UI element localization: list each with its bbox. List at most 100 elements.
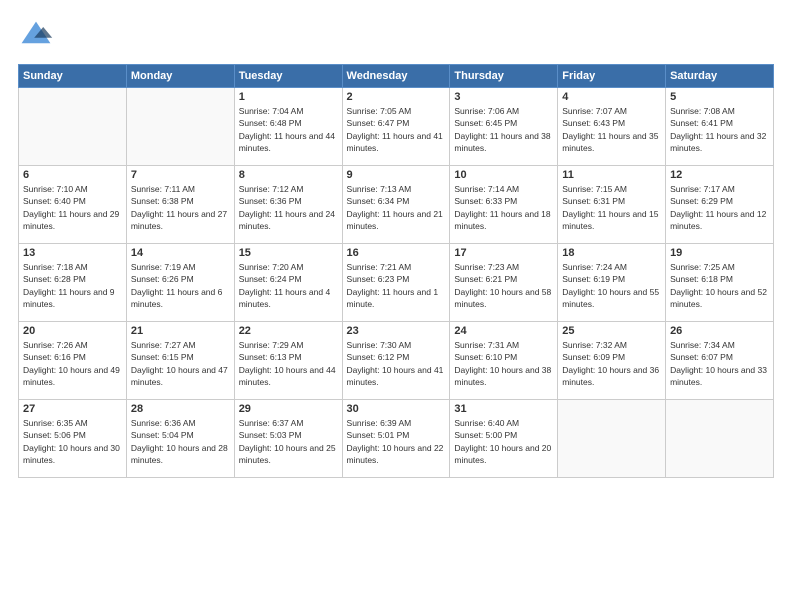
- calendar-cell: 3 Sunrise: 7:06 AM Sunset: 6:45 PM Daylig…: [450, 88, 558, 166]
- day-number: 20: [23, 325, 122, 337]
- day-info: Sunrise: 7:32 AM Sunset: 6:09 PM Dayligh…: [562, 339, 661, 388]
- calendar-cell: [126, 88, 234, 166]
- day-info: Sunrise: 7:18 AM Sunset: 6:28 PM Dayligh…: [23, 261, 122, 310]
- calendar-cell: 10 Sunrise: 7:14 AM Sunset: 6:33 PM Dayli…: [450, 166, 558, 244]
- day-number: 4: [562, 91, 661, 103]
- day-number: 19: [670, 247, 769, 259]
- weekday-header-monday: Monday: [126, 65, 234, 88]
- calendar-cell: 15 Sunrise: 7:20 AM Sunset: 6:24 PM Dayli…: [234, 244, 342, 322]
- day-number: 1: [239, 91, 338, 103]
- day-info: Sunrise: 7:06 AM Sunset: 6:45 PM Dayligh…: [454, 105, 553, 154]
- day-info: Sunrise: 7:27 AM Sunset: 6:15 PM Dayligh…: [131, 339, 230, 388]
- calendar-cell: 11 Sunrise: 7:15 AM Sunset: 6:31 PM Dayli…: [558, 166, 666, 244]
- day-number: 6: [23, 169, 122, 181]
- calendar-cell: 14Sunrise: 7:19 AM Sunset: 6:26 PM Dayli…: [126, 244, 234, 322]
- weekday-header-thursday: Thursday: [450, 65, 558, 88]
- day-info: Sunrise: 7:24 AM Sunset: 6:19 PM Dayligh…: [562, 261, 661, 310]
- day-info: Sunrise: 7:23 AM Sunset: 6:21 PM Dayligh…: [454, 261, 553, 310]
- calendar-cell: 18 Sunrise: 7:24 AM Sunset: 6:19 PM Dayli…: [558, 244, 666, 322]
- calendar-cell: 31 Sunrise: 6:40 AM Sunset: 5:00 PM Dayli…: [450, 400, 558, 478]
- day-number: 30: [347, 403, 446, 415]
- weekday-header-row: SundayMondayTuesdayWednesdayThursdayFrid…: [19, 65, 774, 88]
- day-number: 9: [347, 169, 446, 181]
- day-info: Sunrise: 7:13 AM Sunset: 6:34 PM Dayligh…: [347, 183, 446, 232]
- calendar-cell: 19 Sunrise: 7:25 AM Sunset: 6:18 PM Dayli…: [666, 244, 774, 322]
- day-info: Sunrise: 7:15 AM Sunset: 6:31 PM Dayligh…: [562, 183, 661, 232]
- calendar-cell: 24 Sunrise: 7:31 AM Sunset: 6:10 PM Dayli…: [450, 322, 558, 400]
- day-info: Sunrise: 6:39 AM Sunset: 5:01 PM Dayligh…: [347, 417, 446, 466]
- week-row-4: 20 Sunrise: 7:26 AM Sunset: 6:16 PM Dayli…: [19, 322, 774, 400]
- calendar-cell: 23Sunrise: 7:30 AM Sunset: 6:12 PM Dayli…: [342, 322, 450, 400]
- day-number: 26: [670, 325, 769, 337]
- weekday-header-wednesday: Wednesday: [342, 65, 450, 88]
- calendar-cell: 21 Sunrise: 7:27 AM Sunset: 6:15 PM Dayli…: [126, 322, 234, 400]
- day-number: 25: [562, 325, 661, 337]
- day-number: 31: [454, 403, 553, 415]
- day-info: Sunrise: 7:25 AM Sunset: 6:18 PM Dayligh…: [670, 261, 769, 310]
- weekday-header-sunday: Sunday: [19, 65, 127, 88]
- day-number: 12: [670, 169, 769, 181]
- calendar-cell: 28 Sunrise: 6:36 AM Sunset: 5:04 PM Dayli…: [126, 400, 234, 478]
- calendar-cell: 1 Sunrise: 7:04 AM Sunset: 6:48 PM Daylig…: [234, 88, 342, 166]
- day-info: Sunrise: 7:31 AM Sunset: 6:10 PM Dayligh…: [454, 339, 553, 388]
- day-number: 22: [239, 325, 338, 337]
- day-number: 8: [239, 169, 338, 181]
- day-info: Sunrise: 7:26 AM Sunset: 6:16 PM Dayligh…: [23, 339, 122, 388]
- day-number: 3: [454, 91, 553, 103]
- calendar-cell: 7 Sunrise: 7:11 AM Sunset: 6:38 PM Daylig…: [126, 166, 234, 244]
- calendar-cell: [19, 88, 127, 166]
- day-info: Sunrise: 7:29 AM Sunset: 6:13 PM Dayligh…: [239, 339, 338, 388]
- day-info: Sunrise: 7:17 AM Sunset: 6:29 PM Dayligh…: [670, 183, 769, 232]
- day-number: 5: [670, 91, 769, 103]
- weekday-header-saturday: Saturday: [666, 65, 774, 88]
- day-number: 13: [23, 247, 122, 259]
- day-number: 17: [454, 247, 553, 259]
- day-info: Sunrise: 7:14 AM Sunset: 6:33 PM Dayligh…: [454, 183, 553, 232]
- calendar-cell: 30 Sunrise: 6:39 AM Sunset: 5:01 PM Dayli…: [342, 400, 450, 478]
- day-info: Sunrise: 7:21 AM Sunset: 6:23 PM Dayligh…: [347, 261, 446, 310]
- day-info: Sunrise: 6:36 AM Sunset: 5:04 PM Dayligh…: [131, 417, 230, 466]
- calendar-cell: 17 Sunrise: 7:23 AM Sunset: 6:21 PM Dayli…: [450, 244, 558, 322]
- day-info: Sunrise: 7:08 AM Sunset: 6:41 PM Dayligh…: [670, 105, 769, 154]
- day-info: Sunrise: 7:12 AM Sunset: 6:36 PM Dayligh…: [239, 183, 338, 232]
- day-number: 18: [562, 247, 661, 259]
- calendar-cell: 4 Sunrise: 7:07 AM Sunset: 6:43 PM Daylig…: [558, 88, 666, 166]
- day-number: 11: [562, 169, 661, 181]
- calendar-cell: 8 Sunrise: 7:12 AM Sunset: 6:36 PM Daylig…: [234, 166, 342, 244]
- week-row-1: 1 Sunrise: 7:04 AM Sunset: 6:48 PM Daylig…: [19, 88, 774, 166]
- calendar-cell: [666, 400, 774, 478]
- day-info: Sunrise: 7:05 AM Sunset: 6:47 PM Dayligh…: [347, 105, 446, 154]
- weekday-header-friday: Friday: [558, 65, 666, 88]
- day-info: Sunrise: 7:10 AM Sunset: 6:40 PM Dayligh…: [23, 183, 122, 232]
- calendar-cell: 25 Sunrise: 7:32 AM Sunset: 6:09 PM Dayli…: [558, 322, 666, 400]
- day-info: Sunrise: 6:35 AM Sunset: 5:06 PM Dayligh…: [23, 417, 122, 466]
- day-info: Sunrise: 6:40 AM Sunset: 5:00 PM Dayligh…: [454, 417, 553, 466]
- day-number: 7: [131, 169, 230, 181]
- calendar-cell: 20 Sunrise: 7:26 AM Sunset: 6:16 PM Dayli…: [19, 322, 127, 400]
- day-number: 24: [454, 325, 553, 337]
- day-info: Sunrise: 7:07 AM Sunset: 6:43 PM Dayligh…: [562, 105, 661, 154]
- day-number: 16: [347, 247, 446, 259]
- header: [18, 18, 774, 54]
- day-number: 10: [454, 169, 553, 181]
- day-number: 23: [347, 325, 446, 337]
- calendar-cell: 5 Sunrise: 7:08 AM Sunset: 6:41 PM Daylig…: [666, 88, 774, 166]
- day-number: 21: [131, 325, 230, 337]
- day-number: 29: [239, 403, 338, 415]
- day-info: Sunrise: 7:04 AM Sunset: 6:48 PM Dayligh…: [239, 105, 338, 154]
- week-row-5: 27 Sunrise: 6:35 AM Sunset: 5:06 PM Dayli…: [19, 400, 774, 478]
- calendar-cell: 27 Sunrise: 6:35 AM Sunset: 5:06 PM Dayli…: [19, 400, 127, 478]
- calendar-cell: 22 Sunrise: 7:29 AM Sunset: 6:13 PM Dayli…: [234, 322, 342, 400]
- calendar-cell: 12 Sunrise: 7:17 AM Sunset: 6:29 PM Dayli…: [666, 166, 774, 244]
- day-number: 27: [23, 403, 122, 415]
- day-number: 28: [131, 403, 230, 415]
- day-info: Sunrise: 7:11 AM Sunset: 6:38 PM Dayligh…: [131, 183, 230, 232]
- day-number: 15: [239, 247, 338, 259]
- week-row-3: 13 Sunrise: 7:18 AM Sunset: 6:28 PM Dayli…: [19, 244, 774, 322]
- calendar-cell: 2 Sunrise: 7:05 AM Sunset: 6:47 PM Daylig…: [342, 88, 450, 166]
- day-number: 2: [347, 91, 446, 103]
- calendar-cell: 16 Sunrise: 7:21 AM Sunset: 6:23 PM Dayli…: [342, 244, 450, 322]
- day-info: Sunrise: 7:20 AM Sunset: 6:24 PM Dayligh…: [239, 261, 338, 310]
- calendar-cell: 26 Sunrise: 7:34 AM Sunset: 6:07 PM Dayli…: [666, 322, 774, 400]
- day-info: Sunrise: 7:34 AM Sunset: 6:07 PM Dayligh…: [670, 339, 769, 388]
